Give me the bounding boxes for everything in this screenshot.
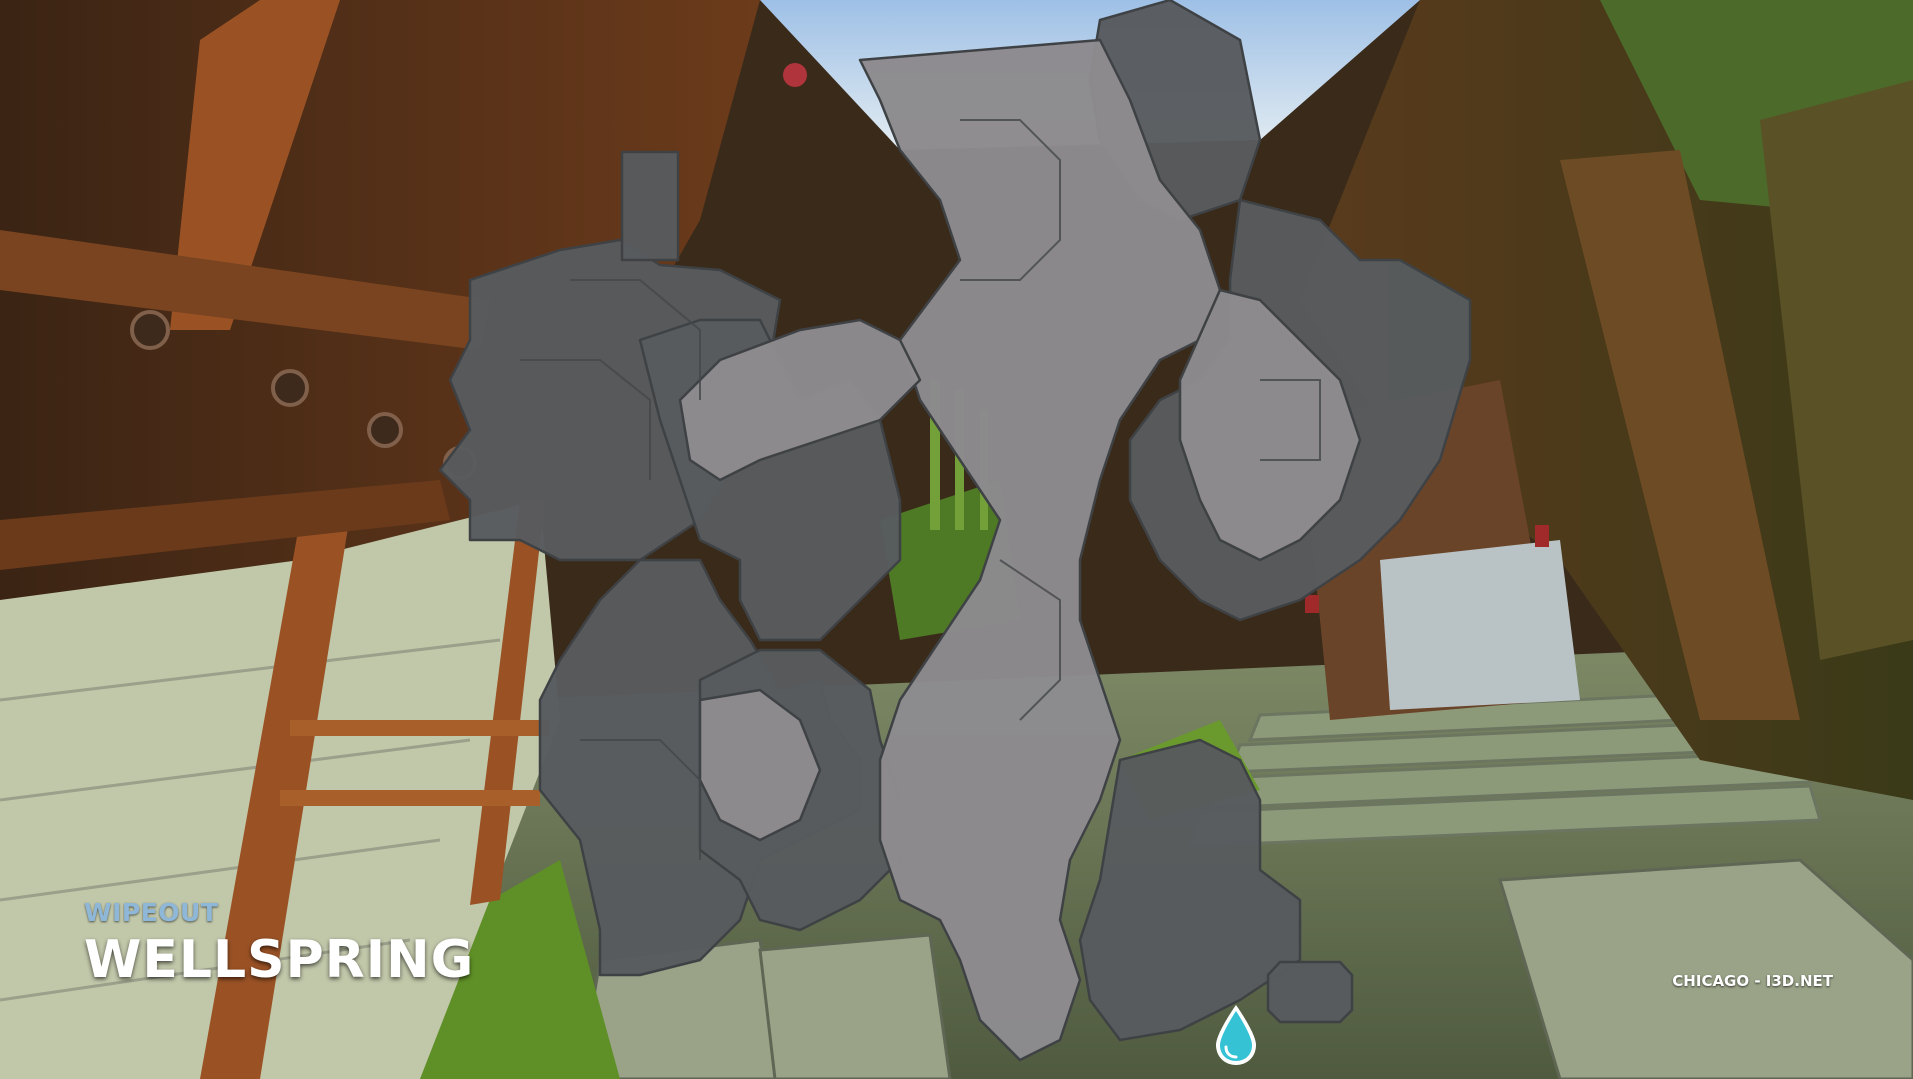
map-region-north-tower [620, 150, 680, 262]
map-name-title: WELLSPRING [84, 930, 475, 990]
water-drop-icon [1216, 1005, 1256, 1065]
game-mode-label: WIPEOUT [84, 898, 219, 927]
server-location-label: CHICAGO - I3D.NET [1672, 972, 1833, 990]
minimap-overlay [438, 0, 1472, 1062]
map-region-spawn-room [1266, 960, 1354, 1024]
game-view: WIPEOUT WELLSPRING CHICAGO - I3D.NET [0, 0, 1913, 1079]
